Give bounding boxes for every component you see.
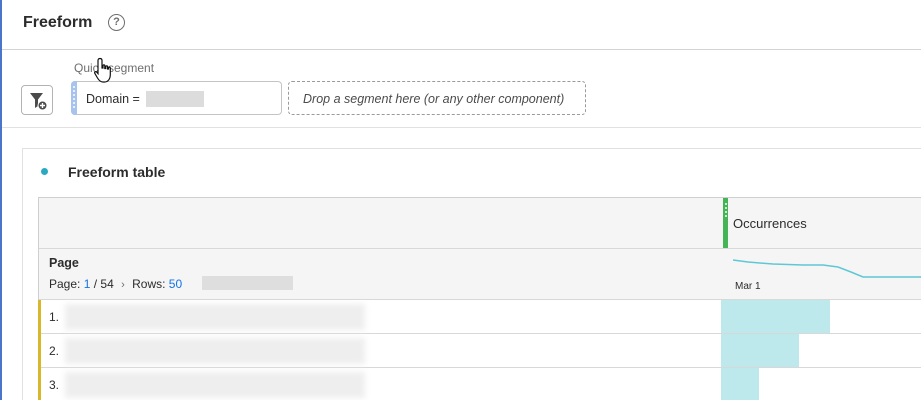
metric-column-header[interactable]: Occurrences bbox=[733, 216, 807, 231]
row-marker bbox=[38, 300, 41, 334]
table-row[interactable]: 2. bbox=[38, 334, 921, 368]
total-pages: / 54 bbox=[93, 277, 114, 291]
current-page[interactable]: 1 bbox=[84, 277, 91, 291]
panel-title[interactable]: Freeform table bbox=[68, 164, 165, 180]
page-label: Page: bbox=[49, 277, 81, 291]
panel-status-dot bbox=[41, 168, 48, 175]
row-bar bbox=[721, 334, 799, 367]
page-title: Freeform bbox=[23, 14, 93, 31]
rows-per-page[interactable]: 50 bbox=[169, 277, 182, 291]
sparkline-icon bbox=[733, 259, 921, 278]
help-icon[interactable]: ? bbox=[108, 14, 125, 31]
hand-cursor-icon bbox=[94, 57, 111, 83]
table-header: Occurrences bbox=[39, 198, 921, 249]
redacted-cell bbox=[65, 372, 365, 398]
rows-label: Rows: bbox=[132, 277, 166, 291]
dimension-header: Page Page: 1 / 54 › Rows: 50 Mar 1 bbox=[39, 249, 921, 300]
row-bar bbox=[721, 368, 759, 400]
redacted-cell bbox=[65, 338, 365, 364]
table-row[interactable]: 1. bbox=[38, 300, 921, 334]
row-bar bbox=[721, 300, 830, 333]
segment-dropzone[interactable]: Drop a segment here (or any other compon… bbox=[288, 81, 586, 115]
metric-drag-handle-icon[interactable] bbox=[723, 198, 728, 248]
row-number: 3. bbox=[49, 378, 60, 392]
freeform-table: Occurrences Page Page: 1 / 54 › Rows: 50… bbox=[38, 197, 921, 400]
filter-add-icon bbox=[30, 93, 48, 111]
panel-header: Freeform ? bbox=[2, 0, 921, 50]
quick-segment-chip[interactable]: Domain = bbox=[71, 81, 282, 115]
freeform-table-panel: Freeform table Occurrences Page Page: 1 … bbox=[22, 148, 921, 400]
redacted-block bbox=[202, 276, 293, 290]
segment-bar: Quick segment Domain = Drop a segment he… bbox=[2, 51, 921, 128]
table-row[interactable]: 3. bbox=[38, 368, 921, 400]
dropzone-text: Drop a segment here (or any other compon… bbox=[303, 92, 565, 106]
row-number: 2. bbox=[49, 344, 60, 358]
row-marker bbox=[38, 368, 41, 400]
add-segment-button[interactable] bbox=[21, 85, 53, 115]
redacted-cell bbox=[65, 304, 365, 330]
drag-handle-icon[interactable] bbox=[71, 81, 77, 115]
chevron-right-icon[interactable]: › bbox=[121, 279, 125, 291]
dimension-label[interactable]: Page bbox=[49, 256, 79, 270]
redacted-value bbox=[146, 91, 204, 107]
pagination: Page: 1 / 54 › Rows: 50 bbox=[49, 277, 182, 291]
quick-segment-text: Domain = bbox=[86, 92, 140, 106]
sparkline-date: Mar 1 bbox=[735, 281, 761, 292]
row-marker bbox=[38, 334, 41, 368]
row-number: 1. bbox=[49, 310, 60, 324]
